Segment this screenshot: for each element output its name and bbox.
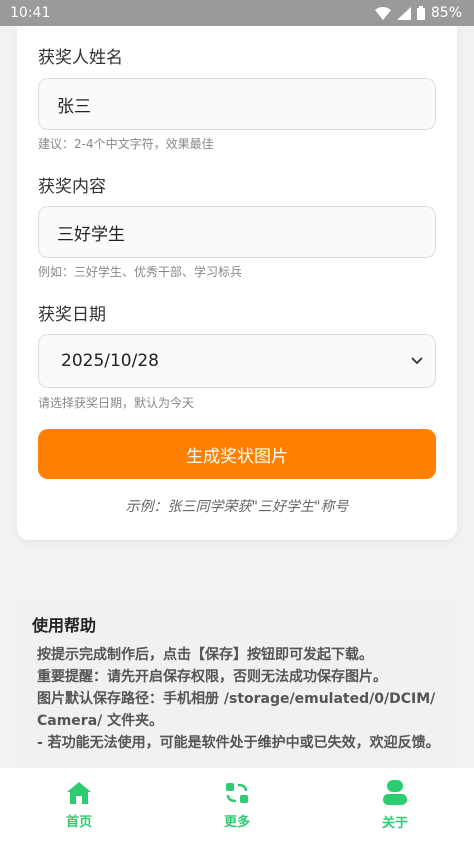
date-hint: 请选择获奖日期，默认为今天: [38, 396, 195, 410]
name-hint: 建议：2-4个中文字符，效果最佳: [38, 137, 214, 151]
generate-button[interactable]: 生成奖状图片: [38, 429, 436, 479]
help-line: - 若功能无法使用，可能是软件处于维护中或已失效，欢迎反馈。: [37, 735, 440, 751]
more-icon: [226, 783, 248, 803]
home-icon: [67, 782, 91, 804]
nav-home[interactable]: 首页: [19, 781, 139, 830]
date-select[interactable]: 2025/10/28: [38, 334, 436, 388]
help-body: 按提示完成制作后，点击【保存】按钮即可发起下载。 重要提醒：请先开启保存权限，否…: [32, 644, 442, 754]
content-hint: 例如：三好学生、优秀干部、学习标兵: [38, 265, 243, 279]
nav-more[interactable]: 更多: [177, 781, 297, 830]
nav-about-label: 关于: [381, 816, 408, 831]
content-label: 获奖内容: [38, 177, 106, 197]
signal-icon: [396, 6, 411, 20]
name-value: 张三: [57, 96, 91, 117]
battery-level: 85%: [430, 5, 462, 21]
status-icons: 85%: [374, 5, 462, 21]
date-label: 获奖日期: [38, 305, 106, 325]
user-icon: [383, 780, 407, 805]
status-time: 10:41: [10, 5, 51, 21]
bottom-nav: 首页 更多 关于: [0, 768, 474, 843]
chevron-down-icon: [411, 357, 423, 365]
nav-home-label: 首页: [65, 815, 92, 830]
date-value: 2025/10/28: [61, 351, 159, 371]
wifi-icon: [374, 6, 391, 20]
example-text: 示例：张三同学荣获"三好学生"称号: [125, 499, 349, 515]
form-card: 获奖人姓名 张三 建议：2-4个中文字符，效果最佳 获奖内容 三好学生 例如：三…: [17, 26, 457, 540]
help-line: 按提示完成制作后，点击【保存】按钮即可发起下载。: [37, 647, 373, 663]
help-line: 重要提醒：请先开启保存权限，否则无法成功保存图片。: [37, 669, 387, 685]
help-title: 使用帮助: [32, 616, 97, 635]
name-label: 获奖人姓名: [38, 48, 123, 68]
name-input[interactable]: 张三: [38, 78, 436, 130]
help-line: 图片默认保存路径：手机相册 /storage/emulated/0/DCIM/ …: [37, 691, 436, 729]
nav-more-label: 更多: [223, 815, 250, 830]
status-bar: 10:41 85%: [0, 0, 474, 26]
content-input[interactable]: 三好学生: [38, 206, 436, 258]
nav-about[interactable]: 关于: [335, 780, 455, 831]
battery-icon: [416, 6, 425, 20]
content-value: 三好学生: [57, 224, 125, 245]
